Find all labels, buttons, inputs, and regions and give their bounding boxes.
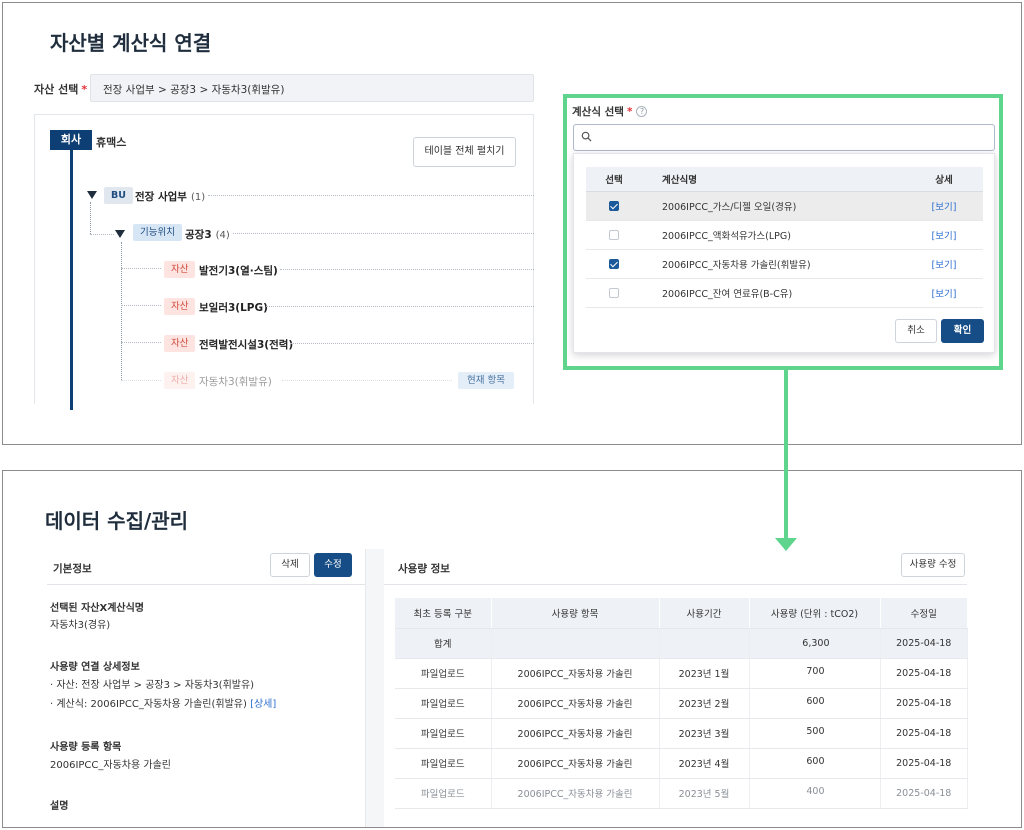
flow-arrow-line xyxy=(784,370,788,540)
page-title: 데이터 수집/관리 xyxy=(45,509,189,533)
asset-select-label: 자산 선택 * xyxy=(34,83,88,96)
page-title: 자산별 계산식 연결 xyxy=(50,31,212,55)
edit-button[interactable]: 수정 xyxy=(314,553,352,577)
expand-all-button[interactable]: 테이블 전체 펼치기 xyxy=(413,137,516,167)
row-guide-line xyxy=(280,269,534,270)
row-guide-line xyxy=(208,195,534,196)
usage-edit-button[interactable]: 사용량 수정 xyxy=(901,553,965,577)
sum-value: 6,300 xyxy=(749,628,881,659)
current-item-tag: 현재 항목 xyxy=(458,372,514,389)
tree-node-location[interactable]: 공장3 (4) xyxy=(185,227,230,242)
tree-node-bu[interactable]: 전장 사업부 (1) xyxy=(135,189,205,204)
collapse-triangle-icon[interactable] xyxy=(115,230,125,238)
usage-item-label: 사용량 등록 항목 xyxy=(50,742,122,753)
row-guide-line xyxy=(290,343,534,344)
flow-arrow-icon xyxy=(775,538,797,551)
highlight-frame xyxy=(563,94,1003,370)
tree-connector xyxy=(121,242,122,380)
company-badge: 회사 xyxy=(50,130,92,150)
col-amount: 사용량 (단위 : tCO2) xyxy=(749,598,881,629)
collapse-triangle-icon[interactable] xyxy=(87,191,97,199)
function-location-badge: 기능위치 xyxy=(133,224,182,241)
table-row[interactable]: 파일업로드 2006IPCC_자동차용 가솔린 2023년 3월 500 202… xyxy=(395,718,968,749)
table-row[interactable]: 파일업로드 2006IPCC_자동차용 가솔린 2023년 1월 700 202… xyxy=(395,658,968,689)
delete-button[interactable]: 삭제 xyxy=(270,553,310,577)
tree-node-asset[interactable]: 발전기3(열·스팀) xyxy=(199,263,278,278)
bu-badge: BU xyxy=(104,187,133,204)
usage-table: 최초 등록 구분 사용량 항목 사용기간 사용량 (단위 : tCO2) 수정일… xyxy=(395,598,968,809)
asset-badge: 자산 xyxy=(164,372,196,389)
col-registration-type: 최초 등록 구분 xyxy=(395,598,492,629)
asset-badge: 자산 xyxy=(164,298,196,315)
sum-label: 합계 xyxy=(395,628,492,659)
row-guide-line xyxy=(282,380,452,381)
link-formula-value: · 계산식: 2006IPCC_자동차용 가솔린(휘발유) [상세] xyxy=(50,699,277,710)
basic-info-title: 기본정보 xyxy=(53,563,92,575)
tree-connector xyxy=(90,234,114,235)
asset-badge: 자산 xyxy=(164,261,196,278)
company-name: 휴맥스 xyxy=(96,136,127,149)
table-row[interactable]: 파일업로드 2006IPCC_자동차용 가솔린 2023년 2월 600 202… xyxy=(395,688,968,719)
tree-node-asset-current[interactable]: 자동차3(휘발유) xyxy=(199,374,272,389)
tree-main-line xyxy=(70,150,73,410)
divider xyxy=(384,584,967,585)
tree-connector xyxy=(121,380,161,381)
link-asset-value: · 자산: 전장 사업부 > 공장3 > 자동차3(휘발유) xyxy=(50,680,255,691)
table-row[interactable]: 파일업로드 2006IPCC_자동차용 가솔린 2023년 5월 400 202… xyxy=(395,778,968,809)
divider xyxy=(47,584,365,585)
description-label: 설명 xyxy=(50,801,69,812)
sum-row: 합계 6,300 2025-04-18 xyxy=(395,628,968,659)
col-modified-date: 수정일 xyxy=(880,598,968,629)
tree-connector xyxy=(121,305,161,306)
tree-connector xyxy=(121,268,161,269)
tree-connector xyxy=(121,342,161,343)
usage-item-value: 2006IPCC_자동차용 가솔린 xyxy=(50,760,171,771)
column-gap xyxy=(366,549,384,827)
data-management-panel: 데이터 수집/관리 기본정보 삭제 수정 선택된 자산X계산식명 자동차3(경유… xyxy=(2,470,1022,828)
asset-path-field[interactable]: 전장 사업부 > 공장3 > 자동차3(휘발유) xyxy=(90,74,534,102)
row-guide-line xyxy=(266,306,534,307)
link-detail-label: 사용량 연결 상세정보 xyxy=(50,662,140,673)
tree-connector xyxy=(90,202,91,234)
asset-badge: 자산 xyxy=(164,335,196,352)
selected-formula-label: 선택된 자산X계산식명 xyxy=(50,603,144,614)
col-usage-item: 사용량 항목 xyxy=(491,598,660,629)
usage-info-title: 사용량 정보 xyxy=(398,563,450,575)
tree-node-asset[interactable]: 전력발전시설3(전력) xyxy=(199,337,293,352)
detail-link[interactable]: [상세] xyxy=(250,699,276,710)
required-mark: * xyxy=(81,83,88,96)
sum-date: 2025-04-18 xyxy=(880,628,968,659)
selected-formula-value: 자동차3(경유) xyxy=(50,620,111,631)
col-period: 사용기간 xyxy=(659,598,750,629)
row-guide-line xyxy=(233,233,534,234)
tree-node-asset[interactable]: 보일러3(LPG) xyxy=(199,300,268,315)
table-row[interactable]: 파일업로드 2006IPCC_자동차용 가솔린 2023년 4월 600 202… xyxy=(395,748,968,779)
